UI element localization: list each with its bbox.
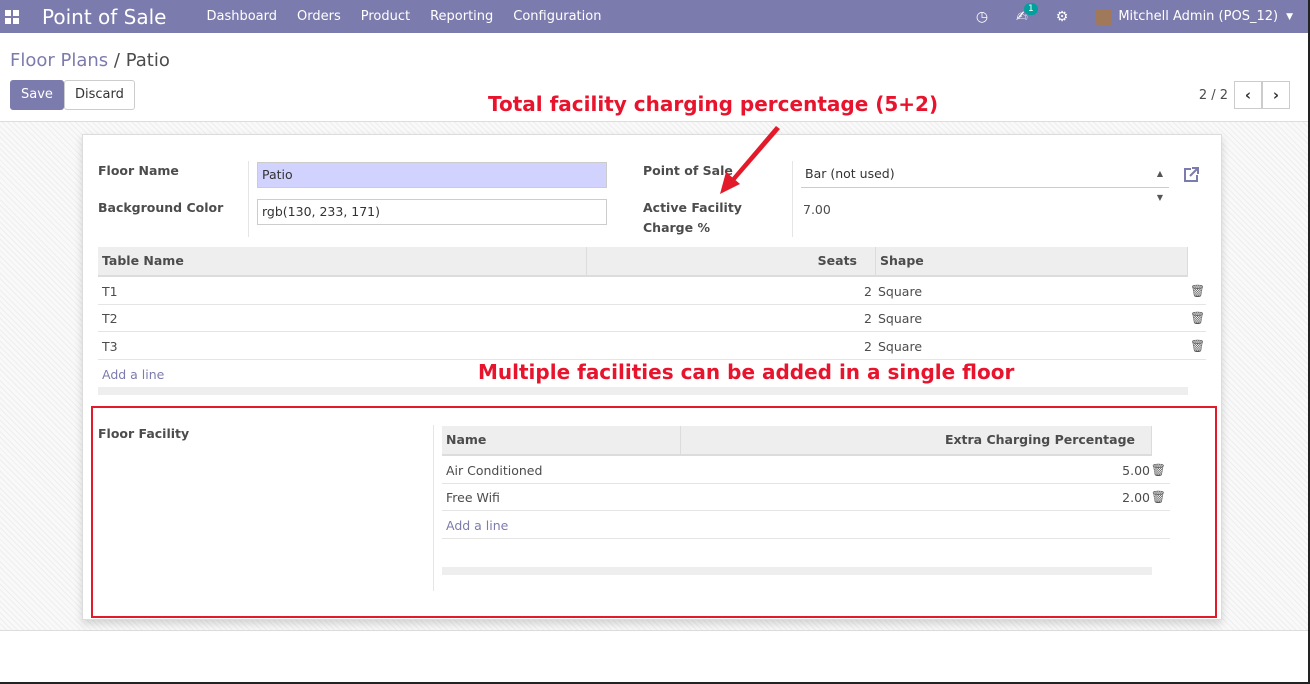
pager-previous-icon[interactable]: ‹ xyxy=(1234,81,1262,109)
table-shape-cell: Square xyxy=(878,339,923,354)
annotation-total-percentage: Total facility charging percentage (5+2) xyxy=(488,92,939,116)
tables-footer xyxy=(98,387,1188,395)
chat-icon[interactable]: ✍ 1 xyxy=(1016,2,1038,25)
top-navbar: Point of Sale Dashboard Orders Product R… xyxy=(0,0,1308,33)
pager-value[interactable]: 2 / 2 xyxy=(1199,88,1228,103)
debug-bug-icon[interactable]: ⚙ xyxy=(1056,9,1069,25)
table-row[interactable]: T2 2 Square 🗑 xyxy=(98,305,1206,332)
table-row[interactable]: T3 2 Square 🗑 xyxy=(98,333,1206,360)
save-button[interactable]: Save xyxy=(10,80,64,110)
user-menu[interactable]: Mitchell Admin (POS_12) xyxy=(1118,9,1278,24)
menu-reporting[interactable]: Reporting xyxy=(430,9,493,24)
floor-name-label: Floor Name xyxy=(98,163,179,178)
breadcrumb-floor-plans[interactable]: Floor Plans xyxy=(10,50,108,71)
annotation-highlight-box xyxy=(91,406,1217,618)
field-divider-2 xyxy=(792,161,793,237)
background-color-input[interactable]: rgb(130, 233, 171) xyxy=(257,199,607,225)
avatar[interactable] xyxy=(1096,8,1113,25)
point-of-sale-select[interactable]: Bar (not used) ▲ ▼ xyxy=(801,162,1169,202)
table-seats-cell: 2 xyxy=(864,339,872,354)
col-table-name[interactable]: Table Name xyxy=(98,247,587,275)
menu-orders[interactable]: Orders xyxy=(297,9,341,24)
external-link-icon[interactable] xyxy=(1181,165,1201,185)
discard-button[interactable]: Discard xyxy=(64,80,135,110)
background-color-label: Background Color xyxy=(98,200,224,215)
point-of-sale-value: Bar (not used) xyxy=(805,166,895,181)
charge-percent-label: Charge % xyxy=(643,220,710,235)
delete-trash-icon[interactable]: 🗑 xyxy=(1190,305,1205,332)
table-name-cell: T3 xyxy=(102,339,118,354)
table-row[interactable]: T1 2 Square 🗑 xyxy=(98,278,1206,305)
app-title[interactable]: Point of Sale xyxy=(42,5,166,29)
table-shape-cell: Square xyxy=(878,311,923,326)
menu-configuration[interactable]: Configuration xyxy=(513,9,601,24)
chat-badge: 1 xyxy=(1024,2,1038,15)
delete-trash-icon[interactable]: 🗑 xyxy=(1190,333,1205,360)
menu-dashboard[interactable]: Dashboard xyxy=(206,9,277,24)
tables-add-line-link[interactable]: Add a line xyxy=(102,367,164,382)
pager-next-icon[interactable]: › xyxy=(1262,81,1290,109)
floor-name-input[interactable]: Patio xyxy=(257,162,607,188)
breadcrumb: Floor Plans / Patio xyxy=(10,50,170,71)
annotation-multiple-facilities: Multiple facilities can be added in a si… xyxy=(478,360,1015,384)
table-seats-cell: 2 xyxy=(864,284,872,299)
tables-header: Table Name Seats Shape xyxy=(98,247,1188,277)
active-facility-value: 7.00 xyxy=(803,202,831,217)
field-divider xyxy=(248,161,249,237)
col-shape[interactable]: Shape xyxy=(876,247,1188,275)
apps-menu-icon[interactable] xyxy=(5,9,19,24)
table-name-cell: T2 xyxy=(102,311,118,326)
table-seats-cell: 2 xyxy=(864,311,872,326)
delete-trash-icon[interactable]: 🗑 xyxy=(1190,278,1205,305)
menu-product[interactable]: Product xyxy=(361,9,410,24)
annotation-arrow-icon xyxy=(720,126,780,194)
activity-clock-icon[interactable]: ◷ xyxy=(976,9,988,25)
breadcrumb-separator: / xyxy=(113,50,120,71)
table-shape-cell: Square xyxy=(878,284,923,299)
active-facility-label: Active Facility xyxy=(643,200,742,215)
select-caret-icon: ▲ ▼ xyxy=(1156,169,1163,202)
breadcrumb-current: Patio xyxy=(125,50,170,71)
table-name-cell: T1 xyxy=(102,284,118,299)
col-seats[interactable]: Seats xyxy=(587,247,876,275)
caret-down-icon[interactable]: ▼ xyxy=(1286,12,1293,22)
pager: 2 / 2 ‹ › xyxy=(1199,81,1290,109)
